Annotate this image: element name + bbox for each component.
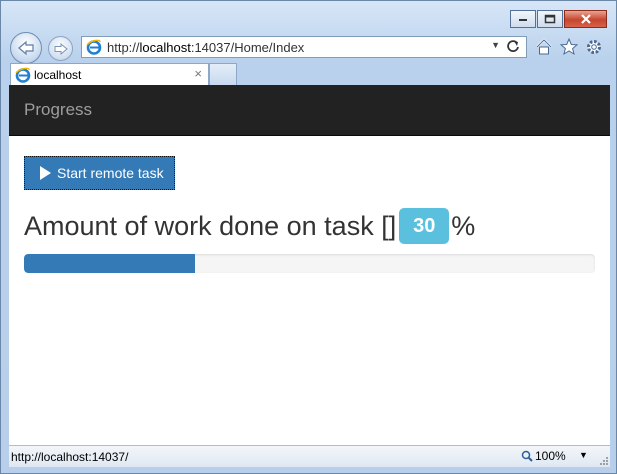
percent-badge: 30 xyxy=(399,208,450,244)
navbar-brand[interactable]: Progress xyxy=(24,100,92,120)
address-url: http://localhost:14037/Home/Index xyxy=(107,40,304,55)
progress-bar-fill xyxy=(24,254,196,273)
forward-button[interactable] xyxy=(48,36,73,61)
refresh-icon xyxy=(507,40,519,52)
address-dropdown-icon[interactable]: ▼ xyxy=(491,40,500,50)
zoom-icon xyxy=(521,450,533,462)
url-prefix: http:// xyxy=(107,39,140,55)
close-icon xyxy=(580,14,591,24)
back-icon xyxy=(18,40,34,56)
new-tab-button[interactable] xyxy=(209,63,237,85)
ie-logo-icon xyxy=(15,67,31,83)
minimize-icon xyxy=(519,19,527,21)
url-rest: :14037/Home/Index xyxy=(190,39,305,55)
status-url: http://localhost:14037/ xyxy=(11,450,129,464)
page-viewport: Progress Start remote task Amount of wor… xyxy=(9,85,610,445)
navbar: Progress xyxy=(9,85,610,136)
start-button-label: Start remote task xyxy=(57,165,164,181)
tab-close-button[interactable]: × xyxy=(194,66,202,81)
ie-logo-icon xyxy=(86,39,102,55)
favorites-star-icon xyxy=(560,38,578,56)
heading-text: Amount of work done on task [] xyxy=(24,210,397,241)
minimize-button[interactable] xyxy=(510,10,536,28)
home-icon xyxy=(536,38,552,55)
refresh-button[interactable] xyxy=(506,39,520,58)
maximize-icon xyxy=(544,14,556,24)
forward-icon xyxy=(54,42,68,55)
address-bar[interactable]: http://localhost:14037/Home/Index ▼ xyxy=(81,36,527,58)
url-host: localhost xyxy=(139,39,191,55)
favorites-button[interactable] xyxy=(559,37,579,57)
settings-gear-icon xyxy=(587,40,601,54)
tab-title: localhost xyxy=(34,67,82,82)
window-controls xyxy=(510,10,607,28)
zoom-level: 100% xyxy=(535,449,566,463)
status-bar: http://localhost:14037/ 100% ▼ xyxy=(9,445,610,467)
close-button[interactable] xyxy=(564,10,607,28)
zoom-dropdown-icon[interactable]: ▼ xyxy=(579,450,588,460)
back-button[interactable] xyxy=(10,32,42,64)
browser-window: http://localhost:14037/Home/Index ▼ loca… xyxy=(0,0,617,474)
resize-grip-icon[interactable] xyxy=(599,456,609,466)
percent-sign: % xyxy=(451,210,476,241)
start-remote-task-button[interactable]: Start remote task xyxy=(24,156,175,190)
settings-button[interactable] xyxy=(584,37,604,57)
zoom-control[interactable]: 100% xyxy=(521,449,566,463)
maximize-button[interactable] xyxy=(537,10,563,28)
work-heading: Amount of work done on task [] 30 % xyxy=(24,208,475,244)
tab-localhost[interactable]: localhost × xyxy=(10,63,209,85)
progress-bar xyxy=(24,254,595,273)
home-button[interactable] xyxy=(534,37,554,57)
play-icon xyxy=(40,166,51,180)
